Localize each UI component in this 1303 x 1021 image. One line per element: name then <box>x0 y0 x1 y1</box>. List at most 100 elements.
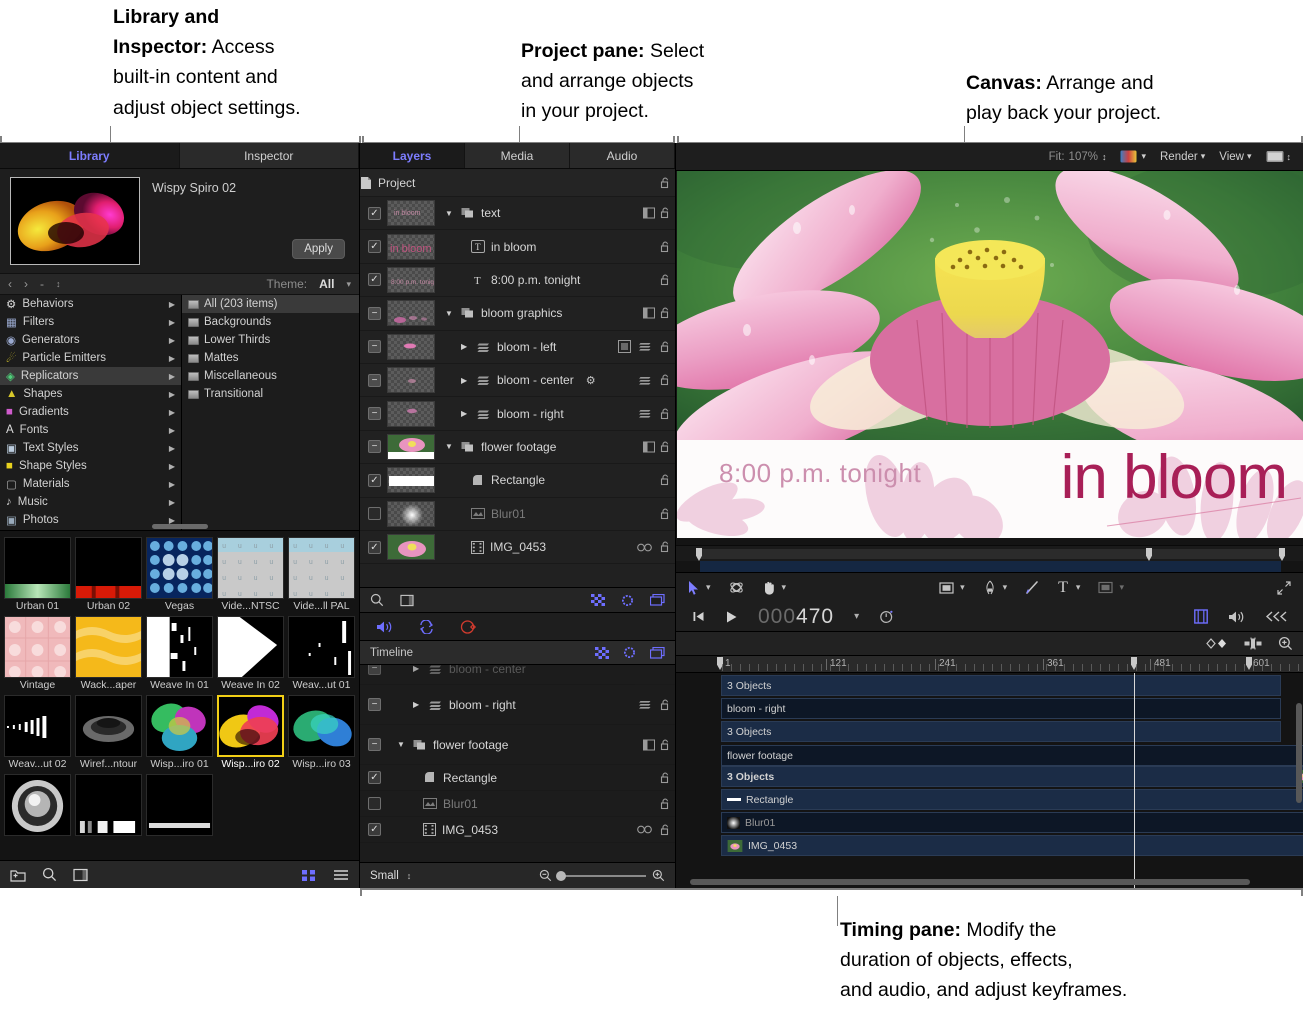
layer-checkbox[interactable]: − <box>368 374 381 387</box>
library-item[interactable]: Wisp...iro 03 <box>288 695 355 770</box>
track-size-value[interactable]: Small <box>370 870 399 882</box>
scrubber-track[interactable] <box>698 549 1281 559</box>
lock-icon[interactable] <box>660 441 671 453</box>
layer-row-blur01[interactable]: Blur01 <box>360 498 675 531</box>
library-item[interactable] <box>4 774 71 837</box>
category-music[interactable]: ♪Music▶ <box>0 493 181 511</box>
library-item-selected[interactable]: Wisp...iro 02 <box>217 695 284 770</box>
mask-tool-icon[interactable] <box>1098 581 1113 594</box>
film-icon[interactable] <box>1194 609 1208 624</box>
layer-row-flower-footage[interactable]: − ▼ flower footage <box>360 431 675 464</box>
zoom-slider-track[interactable] <box>558 875 646 877</box>
tab-library[interactable]: Library <box>0 143 180 168</box>
category-shape-styles[interactable]: ■Shape Styles▶ <box>0 457 181 475</box>
track-clip[interactable]: 3 Objects IM <box>721 766 1303 787</box>
chevron-down-icon[interactable]: ▾ <box>1247 151 1252 162</box>
chevron-down-icon[interactable]: ▾ <box>1119 582 1124 593</box>
layer-row-in-bloom[interactable]: ✓ in bloom T in bloom <box>360 230 675 263</box>
render-menu[interactable]: Render <box>1160 151 1198 163</box>
lock-icon[interactable] <box>660 408 671 420</box>
timeline-vertical-scrollbar[interactable] <box>1296 703 1302 803</box>
out-point-marker[interactable] <box>1279 548 1285 561</box>
track-clip[interactable]: IMG_0453 <box>721 835 1303 856</box>
bezier-tool-icon[interactable] <box>983 580 997 596</box>
layer-row-bloom-center[interactable]: − ▶ bloom - center ⚙ <box>360 364 675 397</box>
track-clip[interactable]: flower footage <box>721 745 1303 766</box>
layer-checkbox[interactable]: ✓ <box>368 541 381 554</box>
link-icon[interactable] <box>637 543 652 552</box>
subcategory-all[interactable]: All (203 items) <box>182 295 359 313</box>
layer-row-project[interactable]: Project <box>360 169 675 197</box>
canvas-stage[interactable]: 8:00 p.m. tonight in bloom <box>676 171 1303 545</box>
go-to-start-icon[interactable] <box>692 610 705 623</box>
chevron-down-icon[interactable]: ▾ <box>960 582 965 593</box>
subcategory-backgrounds[interactable]: Backgrounds <box>182 313 359 331</box>
mask-icon[interactable] <box>643 307 655 319</box>
mask-icon[interactable] <box>643 739 655 751</box>
stack-icon[interactable] <box>639 408 652 419</box>
layer-row-bloom-left[interactable]: − ▶ bloom - left <box>360 331 675 364</box>
playhead-marker[interactable] <box>1146 548 1152 561</box>
disclosure-open-icon[interactable]: ▼ <box>445 209 455 218</box>
library-item[interactable]: uuuuuuuuuuuuuuuu Vide...ll PAL <box>288 537 355 612</box>
layer-row-bloom-graphics[interactable]: − ▼ bloom graphics <box>360 297 675 330</box>
pan-hand-icon[interactable] <box>762 580 776 595</box>
gear-icon[interactable]: ⚙ <box>586 374 596 387</box>
layer-checkbox[interactable] <box>368 507 381 520</box>
layer-checkbox[interactable]: ✓ <box>368 823 381 836</box>
layer-checkbox[interactable]: − <box>368 738 381 751</box>
stack-icon[interactable] <box>639 341 652 352</box>
lock-icon[interactable] <box>660 541 671 553</box>
category-content[interactable]: Content▶ <box>0 529 181 530</box>
lock-icon[interactable] <box>660 739 671 751</box>
chevron-down-icon[interactable]: ▾ <box>1076 582 1081 593</box>
disclosure-closed-icon[interactable]: ▶ <box>461 342 471 351</box>
keyframe-icon[interactable] <box>1206 637 1228 650</box>
search-icon[interactable] <box>42 867 57 882</box>
timeline-row-bloom-center[interactable]: − ▶ bloom - center <box>360 665 675 685</box>
lock-icon[interactable] <box>660 177 671 189</box>
canvas-mini-timeline[interactable] <box>676 545 1303 561</box>
category-generators[interactable]: ◉Generators▶ <box>0 331 181 349</box>
subcategory-mattes[interactable]: Mattes <box>182 349 359 367</box>
tab-audio[interactable]: Audio <box>570 143 675 168</box>
lock-icon[interactable] <box>660 341 671 353</box>
subcategory-lower-thirds[interactable]: Lower Thirds <box>182 331 359 349</box>
lock-icon[interactable] <box>660 824 671 836</box>
timeline-playhead[interactable] <box>1134 673 1135 888</box>
library-item[interactable] <box>75 774 142 837</box>
library-item[interactable]: Wack...aper <box>75 616 142 691</box>
new-folder-icon[interactable] <box>10 868 26 882</box>
zoom-icon[interactable] <box>1278 636 1293 651</box>
rewind-icon[interactable] <box>1265 610 1287 623</box>
browser-horizontal-scrollbar[interactable] <box>152 524 208 529</box>
category-shapes[interactable]: ▲Shapes▶ <box>0 385 181 403</box>
library-item[interactable]: Vintage <box>4 616 71 691</box>
layer-checkbox[interactable]: ✓ <box>368 240 381 253</box>
track-clip[interactable]: 3 Objects <box>721 721 1281 742</box>
track-clip[interactable]: 3 Objects <box>721 675 1281 696</box>
timeline-row-img-0453[interactable]: ✓ IMG_0453 <box>360 817 675 843</box>
category-fonts[interactable]: AFonts▶ <box>0 421 181 439</box>
sidebar-icon[interactable] <box>400 594 414 607</box>
track-clip[interactable]: bloom - right <box>721 698 1281 719</box>
loop-icon[interactable] <box>418 620 436 634</box>
layer-checkbox[interactable]: − <box>368 407 381 420</box>
lock-icon[interactable] <box>660 307 671 319</box>
zoom-out-icon[interactable] <box>539 869 552 882</box>
library-item[interactable]: Wiref...ntour <box>75 695 142 770</box>
updown-stepper-icon[interactable]: ↕ <box>56 279 61 289</box>
library-item[interactable]: Weav...ut 02 <box>4 695 71 770</box>
checkerboard-icon[interactable] <box>591 594 605 606</box>
updown-stepper-icon[interactable]: ↕ <box>407 871 412 881</box>
subcategory-miscellaneous[interactable]: Miscellaneous <box>182 367 359 385</box>
tab-inspector[interactable]: Inspector <box>180 143 360 168</box>
layers-icon[interactable] <box>650 594 665 606</box>
stack-icon[interactable] <box>639 375 652 386</box>
lock-icon[interactable] <box>660 699 671 711</box>
tab-media[interactable]: Media <box>465 143 570 168</box>
layer-checkbox[interactable]: ✓ <box>368 771 381 784</box>
zoom-in-icon[interactable] <box>652 869 665 882</box>
apply-button[interactable]: Apply <box>292 239 345 259</box>
category-filters[interactable]: ▦Filters▶ <box>0 313 181 331</box>
